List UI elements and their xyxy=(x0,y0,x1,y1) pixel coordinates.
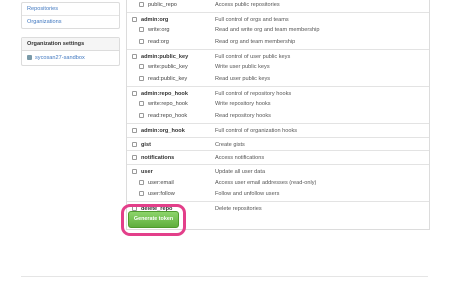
org-link[interactable]: sycosan27-sandbox xyxy=(22,51,119,65)
scope-checkbox[interactable] xyxy=(139,27,144,33)
scope-name: gist xyxy=(141,141,151,148)
scope-row: user Update all user data xyxy=(127,164,429,177)
scope-description: Full control of repository hooks xyxy=(215,90,292,97)
scope-name: read:repo_hook xyxy=(148,113,188,119)
scope-description: Access public repositories xyxy=(215,2,280,8)
scope-description: Full control of organization hooks xyxy=(215,127,298,134)
organization-settings-panel: Organization settings sycosan27-sandbox xyxy=(21,37,120,66)
scope-row: admin:org_hook Full control of organizati… xyxy=(127,122,429,136)
scope-name: write:repo_hook xyxy=(148,101,188,108)
footer-divider xyxy=(21,276,428,277)
scope-name: admin:org xyxy=(141,16,169,23)
generate-token-button[interactable]: Generate token xyxy=(128,211,179,228)
scope-name: user:email xyxy=(148,179,174,186)
scope-row: read:repo_hook Read repository hooks xyxy=(127,111,429,121)
scope-description: Full control of orgs and teams xyxy=(215,16,289,23)
scope-row: write:repo_hook Write repository hooks xyxy=(127,99,429,109)
scope-description: Write user public keys xyxy=(215,64,270,71)
scope-checkbox[interactable] xyxy=(132,141,137,147)
scope-row: gist Create gists xyxy=(127,136,429,150)
scope-checkbox[interactable] xyxy=(139,191,144,197)
scope-name: admin:repo_hook xyxy=(141,90,188,97)
scope-checkbox[interactable] xyxy=(132,53,137,59)
scope-checkbox[interactable] xyxy=(132,127,137,133)
scope-row: write:public_key Write user public keys xyxy=(127,62,429,72)
scope-description: Read user public keys xyxy=(215,76,271,82)
scope-row: admin:org Full control of orgs and teams xyxy=(127,11,429,25)
scope-description: Create gists xyxy=(215,141,245,148)
scope-name: user xyxy=(141,169,153,176)
scope-row: user:email Access user email addresses (r… xyxy=(127,178,429,188)
scope-row: admin:repo_hook Full control of repositor… xyxy=(127,85,429,99)
scope-checkbox[interactable] xyxy=(139,113,144,118)
scope-checkbox[interactable] xyxy=(139,179,144,185)
org-avatar xyxy=(27,55,32,61)
scope-name: admin:public_key xyxy=(141,53,189,60)
scope-row: user:follow Follow and unfollow users xyxy=(127,189,429,199)
scope-checkbox[interactable] xyxy=(132,169,137,175)
scope-checkbox[interactable] xyxy=(139,76,144,81)
scope-name: user:follow xyxy=(148,191,175,198)
scope-checkbox[interactable] xyxy=(139,39,144,44)
scope-description: Read and write org and team membership xyxy=(215,27,320,34)
scope-description: Write repository hooks xyxy=(215,101,271,108)
scope-description: Follow and unfollow users xyxy=(215,191,280,198)
scope-description: Access user email addresses (read-only) xyxy=(215,179,317,186)
scope-checkbox[interactable] xyxy=(139,2,144,7)
scope-name: admin:org_hook xyxy=(141,127,185,134)
sidebar-nav: Repositories Organizations xyxy=(21,2,120,29)
scopes-list: public_repo Access public repositories adm… xyxy=(126,0,430,230)
scope-name: read:org xyxy=(148,39,169,45)
scope-description: Full control of user public keys xyxy=(215,53,291,60)
scope-row: write:org Read and write org and team mem… xyxy=(127,25,429,35)
scope-row: admin:public_key Full control of user pub… xyxy=(127,48,429,62)
scope-description: Read org and team membership xyxy=(215,39,296,45)
scope-checkbox[interactable] xyxy=(139,64,144,70)
scope-row: notifications Access notifications xyxy=(127,150,429,163)
scope-name: public_repo xyxy=(148,2,177,8)
scope-row: read:org Read org and team membership xyxy=(127,37,429,47)
sidebar-item-organizations[interactable]: Organizations xyxy=(22,16,119,28)
scope-description: Read repository hooks xyxy=(215,113,271,119)
org-name: sycosan27-sandbox xyxy=(35,55,85,61)
scope-description: Access notifications xyxy=(215,155,265,162)
sidebar-item-repositories[interactable]: Repositories xyxy=(22,3,119,16)
scope-name: notifications xyxy=(141,155,175,162)
scope-name: read:public_key xyxy=(148,76,188,82)
scope-description: Delete repositories xyxy=(215,206,262,213)
scope-row: read:public_key Read user public keys xyxy=(127,74,429,84)
scope-checkbox[interactable] xyxy=(132,90,137,96)
scope-description: Update all user data xyxy=(215,169,266,176)
scope-checkbox[interactable] xyxy=(132,16,137,22)
scope-name: write:public_key xyxy=(148,64,188,71)
scope-name: write:org xyxy=(148,27,170,34)
organization-settings-heading: Organization settings xyxy=(22,38,119,51)
scope-checkbox[interactable] xyxy=(132,155,137,161)
scope-checkbox[interactable] xyxy=(139,101,144,107)
scope-row: public_repo Access public repositories xyxy=(127,0,429,10)
